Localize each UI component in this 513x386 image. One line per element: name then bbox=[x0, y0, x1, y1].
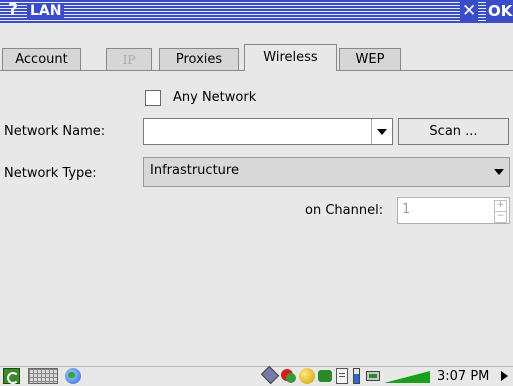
spin-down-icon: − bbox=[494, 211, 507, 223]
signal-icon[interactable] bbox=[384, 369, 430, 383]
tab-account[interactable]: Account bbox=[2, 48, 81, 70]
chevron-right-icon[interactable] bbox=[501, 371, 508, 381]
any-network-checkbox[interactable] bbox=[145, 90, 161, 106]
chevron-down-icon bbox=[494, 169, 504, 175]
tab-proxies[interactable]: Proxies bbox=[159, 48, 239, 70]
channel-spinner: 1 + − bbox=[397, 197, 510, 224]
media-icon[interactable] bbox=[299, 368, 315, 384]
network-name-dropdown-button[interactable] bbox=[371, 119, 392, 144]
channel-value: 1 bbox=[402, 202, 411, 217]
network-type-value[interactable]: Infrastructure bbox=[150, 163, 239, 179]
tab-wireless[interactable]: Wireless bbox=[244, 44, 337, 71]
close-icon[interactable]: ✕ bbox=[460, 2, 479, 21]
scan-button[interactable]: Scan ... bbox=[398, 118, 509, 145]
clock[interactable]: 3:07 PM bbox=[437, 368, 489, 385]
connection-icon[interactable] bbox=[364, 368, 382, 384]
clipboard-icon[interactable] bbox=[336, 368, 348, 384]
chevron-down-icon bbox=[377, 128, 387, 135]
network-name-combo[interactable] bbox=[143, 118, 393, 145]
window-title: LAN bbox=[27, 3, 65, 20]
network-type-select[interactable]: Infrastructure bbox=[143, 157, 510, 187]
any-network-label: Any Network bbox=[173, 90, 257, 105]
tab-wep[interactable]: WEP bbox=[339, 48, 401, 70]
network-type-label: Network Type: bbox=[4, 166, 97, 181]
ok-button[interactable]: OK bbox=[486, 2, 513, 21]
taskbar: 3:07 PM bbox=[0, 365, 513, 386]
security-icon[interactable] bbox=[280, 368, 296, 384]
keyboard-icon[interactable] bbox=[28, 368, 58, 384]
start-menu-icon[interactable] bbox=[3, 368, 20, 384]
tab-ip: IP bbox=[106, 48, 152, 70]
network-name-label: Network Name: bbox=[4, 124, 106, 139]
title-bar: ? LAN ✕ OK bbox=[0, 0, 513, 23]
help-icon[interactable]: ? bbox=[6, 1, 20, 20]
globe-icon[interactable] bbox=[65, 368, 81, 384]
network-type-dropdown-button[interactable] bbox=[489, 158, 509, 186]
battery-icon[interactable] bbox=[353, 368, 360, 384]
sync-icon[interactable] bbox=[317, 368, 333, 384]
channel-label: on Channel: bbox=[305, 203, 384, 218]
pen-icon[interactable] bbox=[260, 365, 280, 385]
